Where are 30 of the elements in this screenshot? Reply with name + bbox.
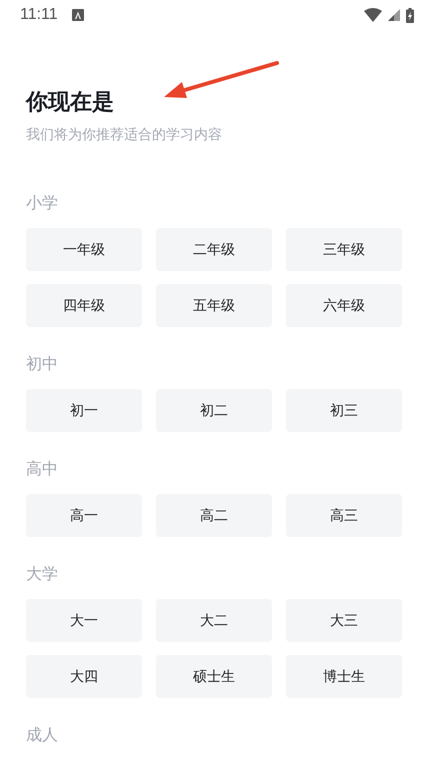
option-button[interactable]: 高三	[286, 494, 402, 537]
option-button[interactable]: 大四	[26, 655, 142, 698]
page-subtitle: 我们将为你推荐适合的学习内容	[26, 126, 223, 145]
section-heading: 初中	[26, 353, 59, 375]
battery-icon	[406, 8, 414, 22]
section-heading: 高中	[26, 458, 59, 480]
option-button[interactable]: 五年级	[156, 284, 272, 327]
option-button[interactable]: 博士生	[286, 655, 402, 698]
option-button[interactable]: 初二	[156, 389, 272, 432]
option-button[interactable]: 初三	[286, 389, 402, 432]
notification-icon	[72, 9, 84, 21]
option-button[interactable]: 六年级	[286, 284, 402, 327]
option-button[interactable]: 高一	[26, 494, 142, 537]
section-heading: 小学	[26, 192, 59, 214]
option-button[interactable]: 大三	[286, 599, 402, 642]
option-button[interactable]: 二年级	[156, 228, 272, 271]
option-button[interactable]: 一年级	[26, 228, 142, 271]
signal-icon	[388, 9, 400, 21]
status-time: 11:11	[20, 6, 58, 24]
page-title: 你现在是	[26, 89, 115, 117]
wifi-icon	[364, 8, 382, 22]
option-button[interactable]: 三年级	[286, 228, 402, 271]
option-button[interactable]: 初一	[26, 389, 142, 432]
section-heading: 大学	[26, 563, 59, 585]
option-button[interactable]: 大二	[156, 599, 272, 642]
section-heading: 成人	[26, 724, 59, 746]
option-button[interactable]: 硕士生	[156, 655, 272, 698]
option-button[interactable]: 高二	[156, 494, 272, 537]
option-button[interactable]: 四年级	[26, 284, 142, 327]
option-button[interactable]: 大一	[26, 599, 142, 642]
